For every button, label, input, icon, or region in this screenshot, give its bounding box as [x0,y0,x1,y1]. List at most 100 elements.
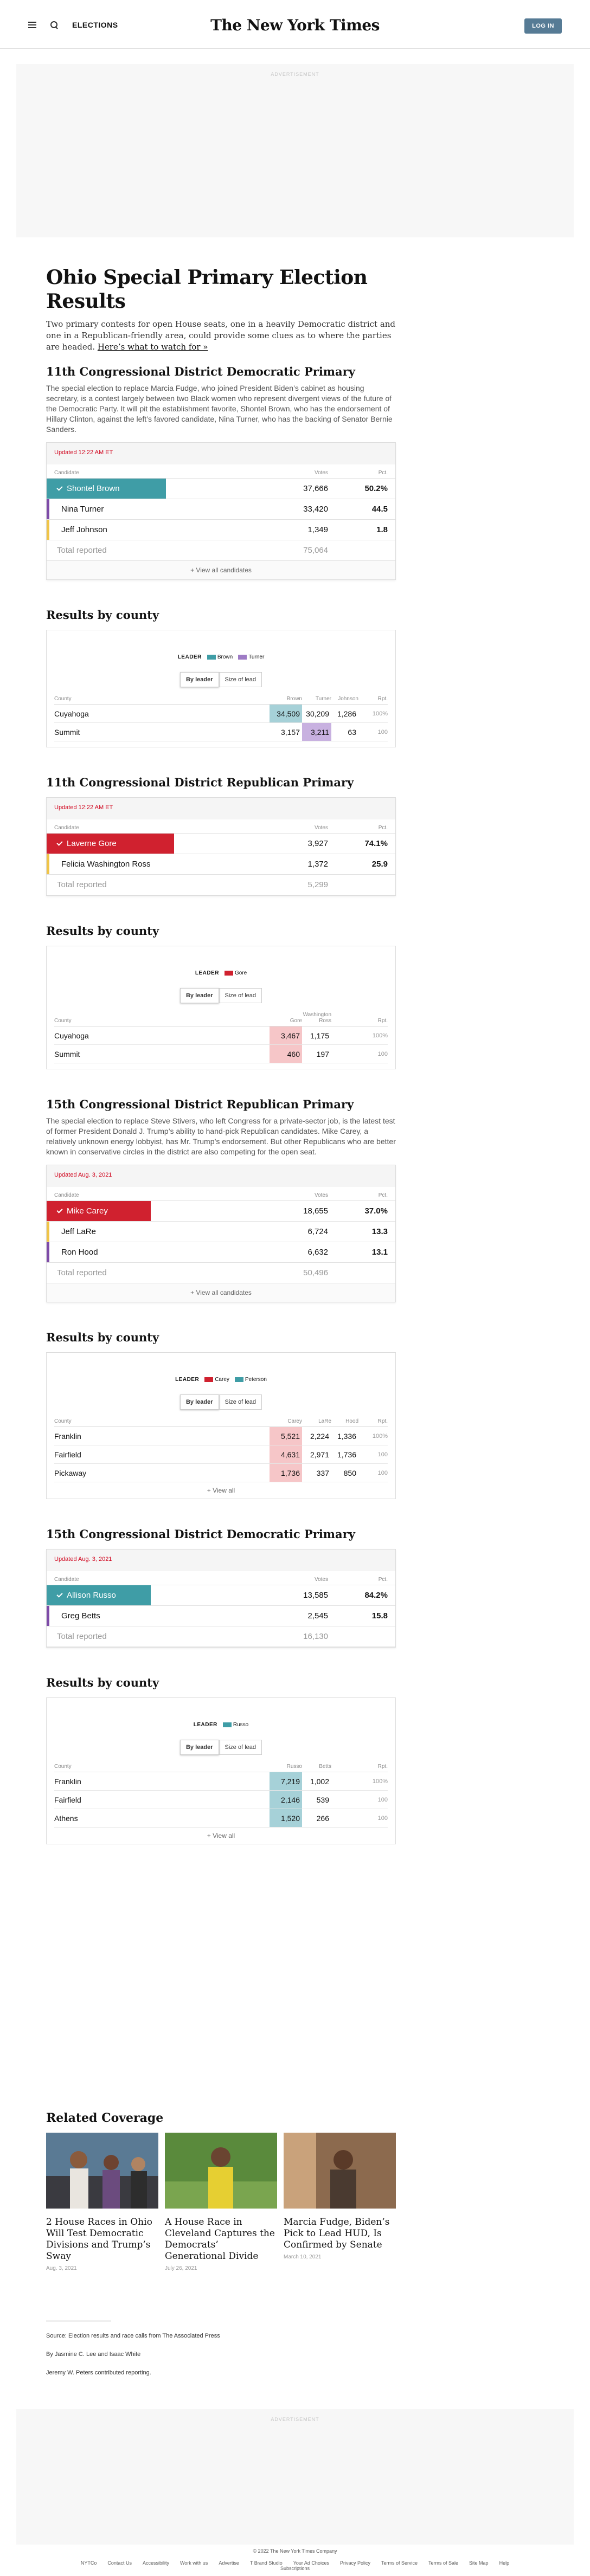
size-of-lead-button[interactable]: Size of lead [219,1740,262,1755]
candidate-name: Laverne Gore [49,834,175,854]
header-candidate: Candidate [54,825,79,831]
county-row: Summit 3,157 3,211 63 100 [54,723,388,741]
candidate-votes: 6,632 [307,1248,328,1257]
county-table-header: County Brown Turner Johnson Rpt. [54,696,388,705]
county-candidate-votes [331,1045,358,1063]
footer-links: NYTCo Contact Us Accessibility Work with us… [62,2560,528,2571]
legend-swatch [238,654,247,660]
view-all-candidates-button[interactable]: + View all candidates [47,561,395,579]
county-candidate-votes: 460 [270,1045,302,1063]
by-leader-button[interactable]: By leader [179,1394,219,1410]
candidate-votes: 1,349 [307,525,328,534]
footer-link[interactable]: Terms of Sale [428,2560,458,2566]
view-all-candidates-button[interactable]: + View all candidates [47,1283,395,1302]
candidate-pct: 74.1% [364,839,388,848]
race-section: 15th Congressional District Republican P… [46,1097,396,1302]
candidate-name-text: Nina Turner [61,505,104,514]
winner-check-icon [56,485,63,491]
county-candidate-votes [331,1809,358,1827]
leader-label: LEADER [195,970,219,976]
footer-copyright[interactable]: © 2022 The New York Times Company [0,2548,590,2554]
by-leader-button[interactable]: By leader [179,1740,219,1755]
county-row: Athens 1,520 266 100 [54,1809,388,1828]
footer-link[interactable]: NYTCo [81,2560,97,2566]
footer-link[interactable]: Subscriptions [280,2566,310,2571]
footer-link[interactable]: Help [499,2560,510,2566]
county-candidate-votes: 1,520 [270,1809,302,1827]
county-row: Fairfield 4,631 2,971 1,736 100 [54,1445,388,1464]
by-leader-button[interactable]: By leader [179,672,219,687]
total-label: Total reported [57,546,107,555]
footer-link[interactable]: Contact Us [107,2560,132,2566]
county-table: County Carey LaRe Hood Rpt. Franklin 5,521 2,22… [54,1418,388,1482]
county-candidate-votes: 1,175 [310,1031,329,1040]
legend-name: Turner [248,654,265,660]
nyt-logo[interactable]: The New York Times [0,16,590,34]
footer-link[interactable]: T Brand Studio [250,2560,283,2566]
candidate-votes: 37,666 [303,484,328,493]
size-of-lead-button[interactable]: Size of lead [219,1394,262,1410]
header-pct: Pct. [378,1577,388,1583]
county-view-all-button[interactable]: + View all [54,1482,388,1499]
footer-link[interactable]: Terms of Service [381,2560,418,2566]
county-candidate-votes: 1,736 [337,1450,356,1459]
candidate-name-text: Jeff LaRe [61,1227,96,1236]
size-of-lead-button[interactable]: Size of lead [219,988,262,1003]
county-section: Results by county LEADER Brown Turner By lea… [46,608,396,747]
county-row: Franklin 7,219 1,002 100% [54,1772,388,1791]
related-title-1[interactable]: 2 House Races in Ohio Will Test Democrat… [46,2217,158,2262]
footer-link[interactable]: Advertise [219,2560,239,2566]
ad-label: ADVERTISEMENT [271,72,319,77]
county-reporting: 100 [377,1815,388,1822]
candidate-row: Jeff Johnson 1,349 1.8 [47,520,395,540]
related-image-3 [284,2133,396,2209]
county-candidate-votes: 850 [343,1468,356,1477]
footer-link[interactable]: Site Map [469,2560,489,2566]
county-name: Fairfield [54,1795,81,1804]
candidate-name-cell: Greg Betts [49,1606,268,1626]
source-note: Source: Election results and race calls … [46,2333,220,2339]
footer-link[interactable]: Work with us [180,2560,208,2566]
winner-check-icon [56,840,63,846]
county-table-header: County Gore Washington Ross Rpt. [54,1012,388,1026]
header-county: County [54,1764,72,1770]
related-title-3[interactable]: Marcia Fudge, Biden’s Pick to Lead HUD, … [284,2217,396,2251]
by-leader-button[interactable]: By leader [179,988,219,1003]
county-results-box: LEADER Gore By leader Size of lead County Gor… [46,946,396,1069]
candidate-pct: 44.5 [371,505,388,514]
race-description: The special election to replace Marcia F… [46,384,393,434]
view-toggle: By leader Size of lead [54,1740,388,1755]
county-name: Summit [54,1049,80,1058]
county-name: Pickaway [54,1468,87,1477]
login-button[interactable]: LOG IN [524,18,562,34]
county-results-box: LEADER Russo By leader Size of lead County Ru… [46,1697,396,1844]
footer-link[interactable]: Your Ad Choices [293,2560,329,2566]
county-candidate-votes: 5,521 [270,1427,302,1445]
candidate-pct: 84.2% [364,1591,388,1600]
footer-link[interactable]: Privacy Policy [340,2560,370,2566]
county-candidate-votes: 539 [316,1795,329,1804]
candidate-votes: 1,372 [307,860,328,869]
footer-link[interactable]: Accessibility [143,2560,169,2566]
related-article-1[interactable]: 2 House Races in Ohio Will Test Democrat… [46,2133,158,2271]
candidate-votes: 6,724 [307,1227,328,1236]
leader-legend: LEADER Brown Turner [54,654,388,660]
county-section: Results by county LEADER Russo By leader Siz… [46,1676,396,1844]
county-name: Cuyahoga [54,709,89,718]
candidate-name-text: Greg Betts [61,1611,100,1621]
county-candidate-votes: 2,971 [310,1450,329,1459]
county-candidate-votes: 1,002 [310,1777,329,1786]
candidate-name: Greg Betts [57,1606,100,1626]
results-table: Updated 12:22 AM ET Candidate Votes Pct. Lav… [46,797,396,896]
county-view-all-button[interactable]: + View all [54,1828,388,1844]
size-of-lead-button[interactable]: Size of lead [219,672,262,687]
related-title-2[interactable]: A House Race in Cleveland Captures the D… [165,2217,277,2262]
candidate-votes: 13,585 [303,1591,328,1600]
what-to-watch-link[interactable]: Here’s what to watch for » [98,342,208,352]
related-article-3[interactable]: Marcia Fudge, Biden’s Pick to Lead HUD, … [284,2133,396,2271]
candidate-pct: 13.3 [371,1227,388,1236]
related-article-2[interactable]: A House Race in Cleveland Captures the D… [165,2133,277,2271]
legend-name: Russo [233,1722,249,1728]
county-candidate-votes: 3,211 [302,723,331,741]
total-row: Total reported 16,130 [47,1626,395,1647]
